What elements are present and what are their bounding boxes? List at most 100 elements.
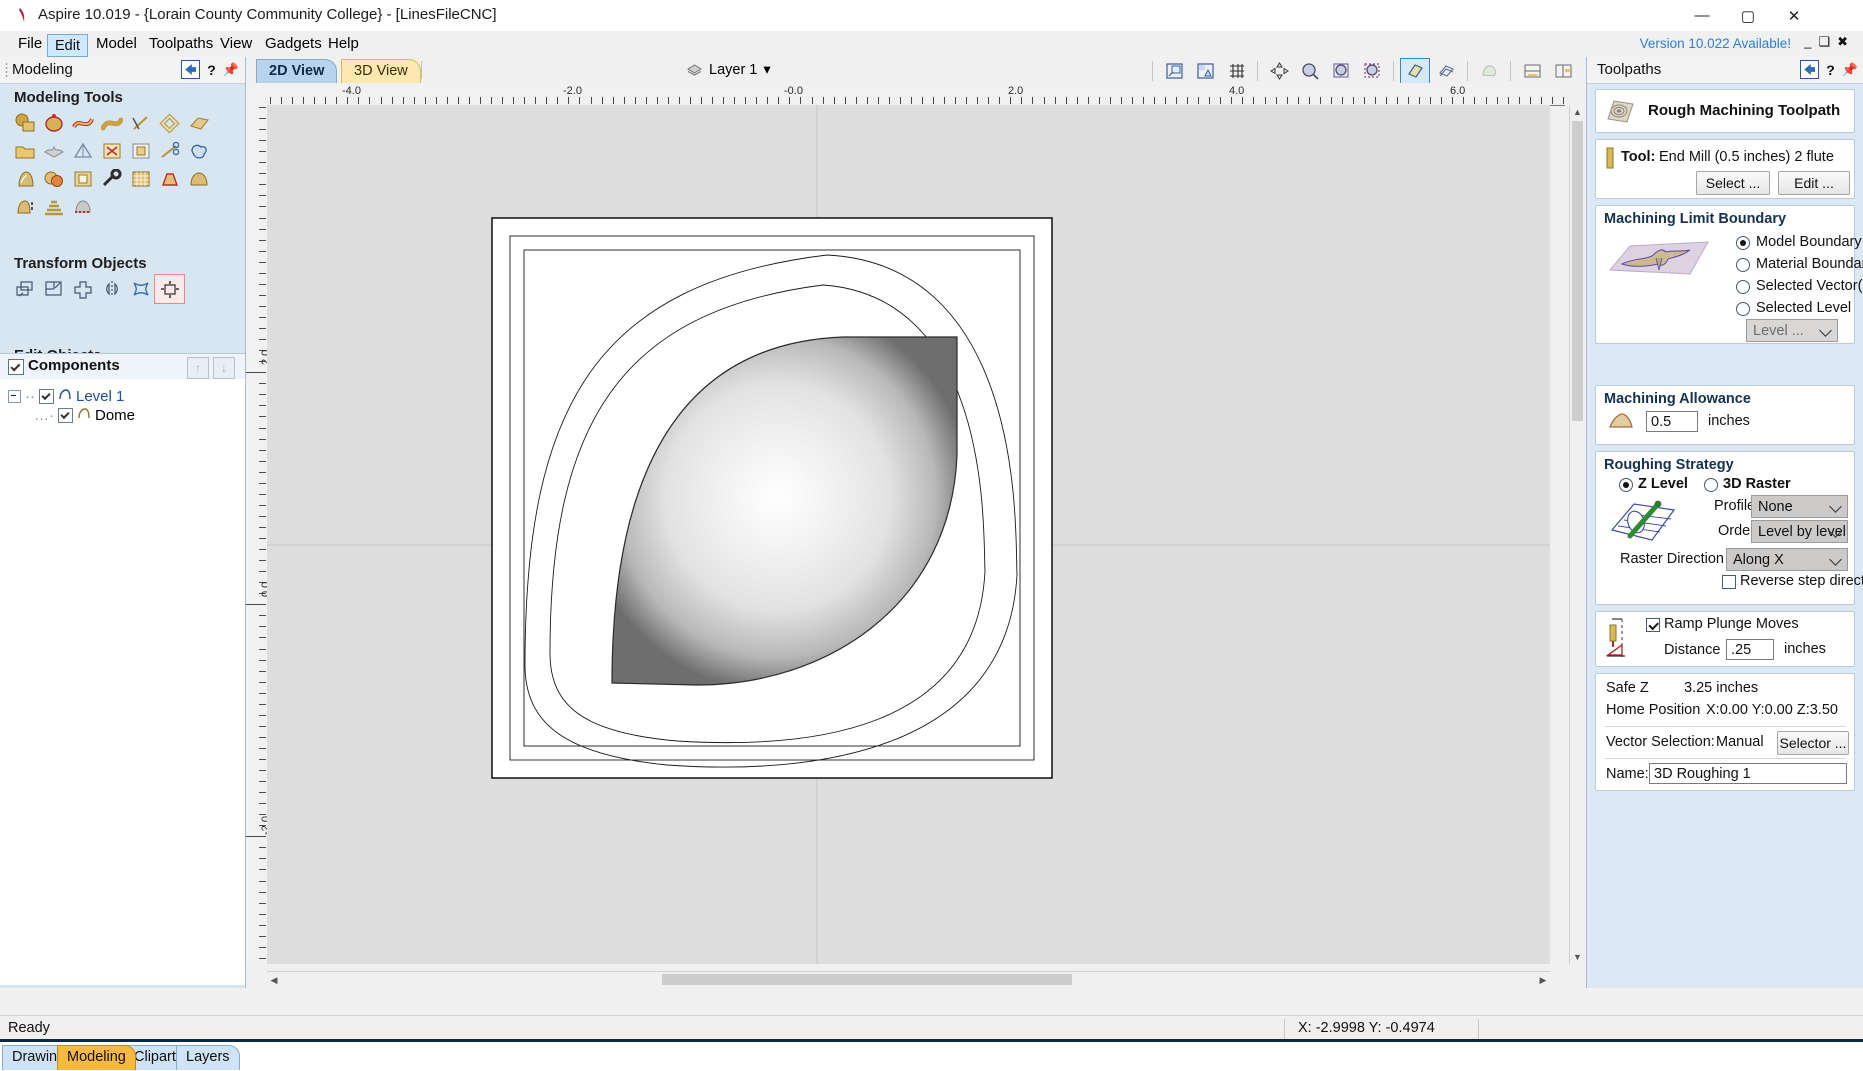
dock-icon[interactable] bbox=[181, 60, 201, 79]
scroll-up-arrow-icon[interactable]: ▲ bbox=[1570, 105, 1585, 119]
menu-edit[interactable]: Edit bbox=[47, 34, 88, 57]
scroll-down-arrow-icon[interactable]: ▼ bbox=[1570, 950, 1585, 964]
move-up-button[interactable]: ↑ bbox=[187, 357, 209, 379]
menu-help[interactable]: Help bbox=[320, 34, 367, 54]
zoom-drawing-icon[interactable] bbox=[1191, 59, 1219, 83]
create-shape-icon[interactable] bbox=[39, 109, 68, 137]
stepped-dome-icon[interactable] bbox=[39, 193, 68, 221]
clear-component-icon[interactable] bbox=[97, 137, 126, 165]
dock-icon[interactable] bbox=[1800, 60, 1820, 79]
show-3d-preview-icon[interactable] bbox=[1475, 59, 1503, 83]
tab-modeling[interactable]: Modeling bbox=[57, 1045, 136, 1070]
mdi-window-buttons[interactable]: _❑✖ bbox=[1804, 34, 1855, 50]
zoom-extents-icon[interactable] bbox=[1160, 59, 1188, 83]
level-dropdown[interactable]: Level ... bbox=[1746, 319, 1838, 342]
horizontal-scroll-thumb[interactable] bbox=[662, 974, 1072, 985]
select-tool-button[interactable]: Select ... bbox=[1696, 171, 1770, 195]
mirror-object-icon[interactable] bbox=[97, 275, 126, 303]
zoom-selected-icon[interactable] bbox=[1358, 59, 1386, 83]
components-checkbox[interactable] bbox=[8, 359, 24, 375]
level-1-checkbox[interactable] bbox=[39, 388, 54, 404]
import-clipart-icon[interactable] bbox=[39, 137, 68, 165]
split-component-icon[interactable] bbox=[155, 137, 184, 165]
half-dome-icon[interactable] bbox=[10, 193, 39, 221]
import-component-icon[interactable] bbox=[10, 137, 39, 165]
bevel-dome-icon[interactable] bbox=[155, 165, 184, 193]
texture-tool-icon[interactable] bbox=[126, 165, 155, 193]
toggle-grid-icon[interactable] bbox=[1222, 59, 1250, 83]
canvas-vertical-scrollbar[interactable]: ▲ ▼ bbox=[1569, 105, 1585, 964]
radio-model-boundary[interactable] bbox=[1736, 236, 1750, 250]
sculpting-tool-icon[interactable] bbox=[97, 165, 126, 193]
split-horizontal-icon[interactable] bbox=[1518, 59, 1546, 83]
tab-layers[interactable]: Layers bbox=[176, 1045, 240, 1070]
edit-tool-button[interactable]: Edit ... bbox=[1778, 171, 1850, 195]
radio-material-boundary[interactable] bbox=[1736, 258, 1750, 272]
reverse-step-direction-checkbox[interactable] bbox=[1722, 575, 1736, 589]
weave-icon[interactable] bbox=[155, 109, 184, 137]
split-vertical-icon[interactable] bbox=[1549, 59, 1577, 83]
chevron-down-icon[interactable]: ▾ bbox=[763, 62, 770, 78]
menu-view[interactable]: View bbox=[212, 34, 260, 54]
menu-model[interactable]: Model bbox=[88, 34, 145, 54]
distort-object-icon[interactable] bbox=[126, 275, 155, 303]
menu-file[interactable]: File bbox=[10, 34, 50, 54]
tree-item-level-1[interactable]: ·· Level 1 bbox=[8, 387, 124, 405]
radio-3d-raster[interactable] bbox=[1704, 478, 1718, 492]
two-rail-sweep2-icon[interactable] bbox=[97, 109, 126, 137]
blend-components-icon[interactable] bbox=[39, 165, 68, 193]
radio-z-level[interactable] bbox=[1619, 478, 1633, 492]
tab-2d-view[interactable]: 2D View bbox=[256, 59, 338, 83]
tree-item-dome[interactable]: …· Dome bbox=[34, 406, 135, 424]
fade-component-icon[interactable] bbox=[10, 165, 39, 193]
dome-checkbox[interactable] bbox=[58, 407, 73, 423]
dome-icon[interactable] bbox=[184, 165, 213, 193]
tab-3d-view[interactable]: 3D View bbox=[341, 59, 421, 83]
vertical-scroll-thumb[interactable] bbox=[1572, 121, 1583, 421]
help-icon[interactable]: ? bbox=[207, 62, 216, 78]
shade-model-icon[interactable] bbox=[1400, 57, 1430, 84]
expander-icon[interactable] bbox=[8, 389, 21, 403]
radio-selected-level[interactable] bbox=[1736, 302, 1750, 316]
two-rail-sweep-icon[interactable] bbox=[10, 109, 39, 137]
pan-icon[interactable] bbox=[1265, 59, 1293, 83]
rotate-object-icon[interactable] bbox=[68, 275, 97, 303]
version-available-link[interactable]: Version 10.022 Available! bbox=[1640, 36, 1791, 51]
toolpath-name-input[interactable]: 3D Roughing 1 bbox=[1649, 763, 1847, 784]
raster-direction-dropdown[interactable]: Along X bbox=[1726, 548, 1848, 571]
scroll-left-arrow-icon[interactable]: ◀ bbox=[267, 972, 281, 988]
import-mesh-icon[interactable] bbox=[68, 137, 97, 165]
minimize-button[interactable]: — bbox=[1679, 0, 1725, 31]
scale-object-icon[interactable] bbox=[39, 275, 68, 303]
zoom-box-icon[interactable] bbox=[1327, 59, 1355, 83]
layer-selector[interactable]: Layer 1 ▾ bbox=[686, 60, 771, 80]
component-properties-icon[interactable] bbox=[126, 137, 155, 165]
component-frame-icon[interactable] bbox=[68, 165, 97, 193]
extrude-weave-icon[interactable] bbox=[68, 109, 97, 137]
move-down-button[interactable]: ↓ bbox=[213, 357, 235, 379]
shade-layers-icon[interactable] bbox=[1432, 59, 1460, 83]
machining-allowance-input[interactable]: 0.5 bbox=[1646, 411, 1698, 432]
2d-design-canvas[interactable] bbox=[267, 105, 1550, 964]
move-object-icon[interactable] bbox=[10, 275, 39, 303]
flat-plane-icon[interactable] bbox=[184, 109, 213, 137]
help-icon[interactable]: ? bbox=[1826, 62, 1835, 78]
selector-button[interactable]: Selector ... bbox=[1777, 731, 1849, 755]
align-objects-icon[interactable] bbox=[154, 274, 185, 304]
profile-dropdown[interactable]: None bbox=[1751, 495, 1848, 518]
order-dropdown[interactable]: Level by level bbox=[1751, 520, 1848, 543]
zoom-in-icon[interactable] bbox=[1296, 59, 1324, 83]
create-vector-boundary-icon[interactable] bbox=[184, 137, 213, 165]
maximize-button[interactable]: ▢ bbox=[1725, 0, 1771, 31]
dome-ring-icon[interactable] bbox=[68, 193, 97, 221]
ramp-plunge-checkbox[interactable] bbox=[1646, 618, 1660, 632]
scroll-right-arrow-icon[interactable]: ▶ bbox=[1536, 972, 1550, 988]
menu-gadgets[interactable]: Gadgets bbox=[257, 34, 330, 54]
radio-selected-vectors[interactable] bbox=[1736, 280, 1750, 294]
pin-icon[interactable]: 📌 bbox=[223, 62, 239, 78]
pin-icon[interactable]: 📌 bbox=[1842, 62, 1858, 78]
canvas-horizontal-scrollbar[interactable]: ◀ ▶ bbox=[267, 971, 1550, 988]
ramp-distance-input[interactable]: .25 bbox=[1726, 639, 1774, 660]
menu-toolpaths[interactable]: Toolpaths bbox=[141, 34, 221, 54]
spin-icon[interactable] bbox=[126, 109, 155, 137]
